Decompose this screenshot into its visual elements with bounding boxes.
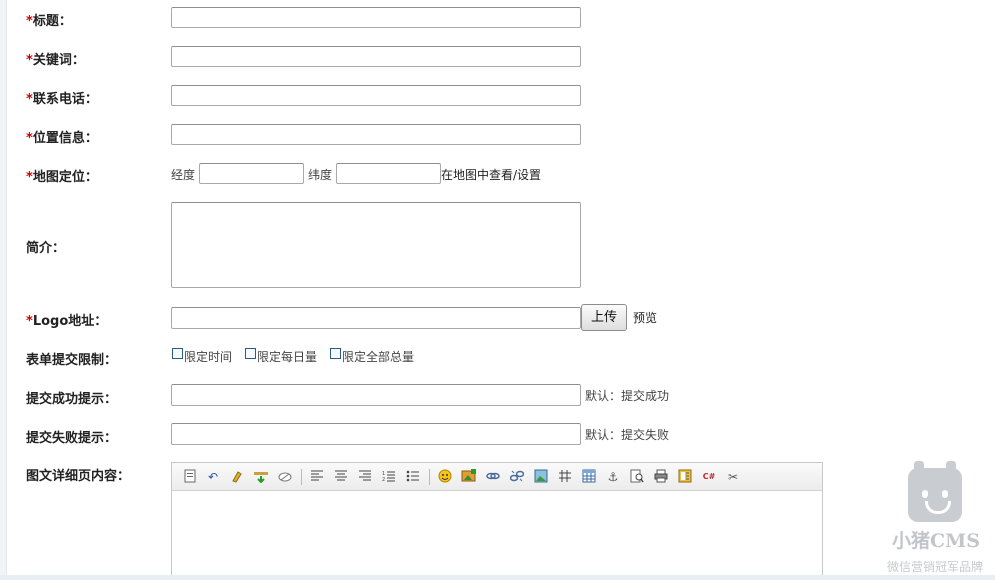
undo-icon[interactable]: ↶ (205, 469, 221, 485)
table-grid-icon[interactable] (557, 469, 573, 485)
eraser-icon[interactable] (277, 469, 293, 485)
rich-text-editor: ↶ 12 ⚓ C# ✂ (171, 462, 823, 580)
template-icon[interactable] (677, 469, 693, 485)
detail-label: 图文详细页内容： (26, 469, 131, 484)
required-mark: * (26, 131, 33, 146)
source-icon[interactable] (182, 469, 198, 485)
ordered-list-icon[interactable]: 12 (381, 469, 397, 485)
required-mark: * (26, 170, 33, 185)
unlink-icon[interactable] (509, 469, 525, 485)
fail-tip-input[interactable] (171, 423, 581, 445)
longitude-label: 经度 (171, 168, 196, 182)
success-tip-hint: 默认：提交成功 (585, 389, 670, 403)
location-label: *位置信息： (26, 131, 98, 146)
table-icon[interactable] (581, 469, 597, 485)
success-tip-input[interactable] (171, 384, 581, 406)
title-input[interactable] (171, 7, 581, 28)
align-left-icon[interactable] (309, 469, 325, 485)
upload-button[interactable]: 上传 (581, 304, 627, 331)
link-icon[interactable] (485, 469, 501, 485)
keywords-input[interactable] (171, 46, 581, 67)
keywords-label: *关键词： (26, 53, 85, 68)
preview-icon[interactable] (629, 469, 645, 485)
pig-logo-icon (908, 461, 962, 522)
title-label: *标题： (26, 14, 72, 29)
toolbar-separator (301, 469, 302, 485)
toolbar-separator (429, 469, 430, 485)
limit-daily-label: 限定每日量 (257, 350, 318, 364)
required-mark: * (26, 314, 33, 329)
required-mark: * (26, 53, 33, 68)
limit-time-checkbox[interactable] (172, 348, 183, 359)
limit-daily-checkbox[interactable] (245, 348, 256, 359)
emoticon-icon[interactable] (437, 469, 453, 485)
latitude-input[interactable] (336, 163, 441, 184)
print-icon[interactable] (653, 469, 669, 485)
watermark-subtitle: 微信营销冠军品牌 (886, 560, 983, 574)
view-map-link[interactable]: 在地图中查看/设置 (441, 166, 541, 183)
bottom-frame-border (0, 575, 995, 580)
logo-label: *Logo地址： (26, 314, 108, 329)
limit-total-label: 限定全部总量 (342, 350, 415, 364)
cut-icon[interactable]: ✂ (725, 469, 741, 485)
submit-limit-label: 表单提交限制： (26, 353, 118, 368)
limit-time-label: 限定时间 (184, 350, 233, 364)
map-label: *地图定位： (26, 170, 98, 185)
left-frame-border (0, 0, 7, 580)
logo-url-input[interactable] (171, 307, 581, 329)
latitude-label: 纬度 (308, 168, 333, 182)
location-input[interactable] (171, 124, 581, 145)
watermark-title: 小猪CMS (892, 530, 980, 552)
editor-content-area[interactable] (172, 491, 822, 579)
watermark: 小猪CMS 微信营销冠军品牌 (880, 461, 990, 580)
svg-text:2: 2 (382, 477, 385, 483)
fail-tip-label: 提交失败提示： (26, 431, 118, 446)
success-tip-label: 提交成功提示： (26, 392, 118, 407)
phone-label: *联系电话： (26, 92, 98, 107)
fail-tip-hint: 默认：提交失败 (585, 428, 670, 442)
paste-text-icon[interactable] (253, 469, 269, 485)
anchor-icon[interactable]: ⚓ (605, 469, 621, 485)
intro-label: 简介： (26, 241, 66, 256)
phone-input[interactable] (171, 85, 581, 106)
align-right-icon[interactable] (357, 469, 373, 485)
unordered-list-icon[interactable] (405, 469, 421, 485)
longitude-input[interactable] (199, 163, 304, 184)
limit-total-checkbox[interactable] (330, 348, 341, 359)
editor-toolbar: ↶ 12 ⚓ C# ✂ (172, 463, 822, 491)
intro-textarea[interactable] (171, 202, 581, 288)
image-icon[interactable] (533, 469, 549, 485)
insert-image-icon[interactable] (461, 469, 477, 485)
required-mark: * (26, 14, 33, 29)
required-mark: * (26, 92, 33, 107)
align-center-icon[interactable] (333, 469, 349, 485)
preview-link[interactable]: 预览 (633, 309, 657, 326)
clear-format-icon[interactable] (229, 469, 245, 485)
code-icon[interactable]: C# (701, 469, 717, 485)
